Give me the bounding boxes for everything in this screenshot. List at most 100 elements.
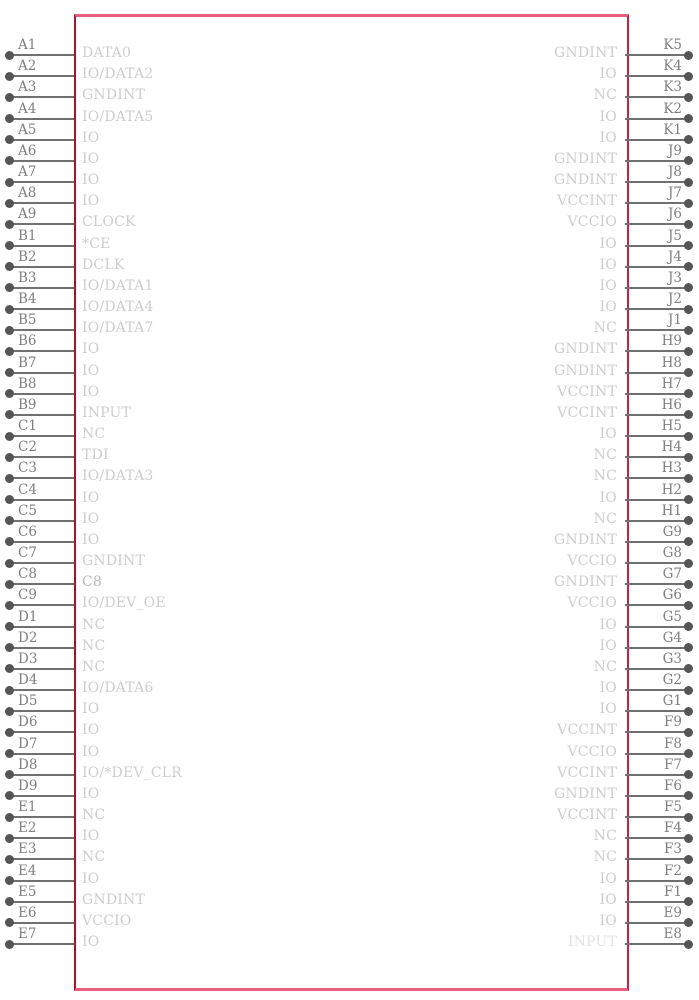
pin-number-e3: E3: [18, 841, 37, 858]
pin-terminal-dot[interactable]: [684, 791, 693, 801]
pin-line: [12, 562, 74, 565]
pin-terminal-dot[interactable]: [5, 622, 14, 632]
pin-terminal-dot[interactable]: [5, 92, 14, 102]
pin-terminal-dot[interactable]: [5, 241, 14, 251]
pin-terminal-dot[interactable]: [684, 706, 693, 716]
pin-terminal-dot[interactable]: [684, 71, 693, 81]
pin-terminal-dot[interactable]: [5, 71, 14, 81]
pin-terminal-dot[interactable]: [684, 812, 693, 822]
pin-name-h7: VCCINT: [557, 383, 617, 400]
pin-terminal-dot[interactable]: [5, 346, 14, 356]
pin-terminal-dot[interactable]: [684, 346, 693, 356]
pin-terminal-dot[interactable]: [5, 452, 14, 462]
pin-terminal-dot[interactable]: [5, 283, 14, 293]
pin-terminal-dot[interactable]: [5, 135, 14, 145]
pin-terminal-dot[interactable]: [5, 114, 14, 123]
pin-terminal-dot[interactable]: [5, 50, 14, 60]
pin-terminal-dot[interactable]: [684, 664, 693, 674]
pin-terminal-dot[interactable]: [684, 495, 693, 505]
pin-terminal-dot[interactable]: [684, 579, 693, 589]
pin-terminal-dot[interactable]: [5, 177, 14, 187]
pin-terminal-dot[interactable]: [5, 516, 14, 526]
pin-terminal-dot[interactable]: [5, 897, 14, 907]
pin-terminal-dot[interactable]: [684, 177, 693, 187]
pin-terminal-dot[interactable]: [5, 833, 14, 843]
pin-terminal-dot[interactable]: [5, 706, 14, 716]
pin-terminal-dot[interactable]: [684, 452, 693, 462]
pin-terminal-dot[interactable]: [5, 537, 14, 547]
pin-terminal-dot[interactable]: [5, 749, 14, 759]
pin-terminal-dot[interactable]: [5, 431, 14, 441]
pin-terminal-dot[interactable]: [5, 219, 14, 229]
pin-terminal-dot[interactable]: [5, 643, 14, 653]
pin-line: [12, 138, 74, 141]
pin-terminal-dot[interactable]: [684, 410, 693, 420]
pin-terminal-dot[interactable]: [684, 833, 693, 843]
pin-terminal-dot[interactable]: [5, 876, 14, 886]
pin-terminal-dot[interactable]: [5, 812, 14, 822]
pin-terminal-dot[interactable]: [684, 558, 693, 568]
pin-number-c4: C4: [18, 481, 37, 498]
pin-terminal-dot[interactable]: [684, 241, 693, 251]
pin-terminal-dot[interactable]: [684, 368, 693, 378]
pin-terminal-dot[interactable]: [684, 749, 693, 759]
pin-terminal-dot[interactable]: [684, 262, 693, 272]
pin-terminal-dot[interactable]: [5, 600, 14, 610]
pin-number-j8: J8: [667, 164, 682, 181]
pin-terminal-dot[interactable]: [5, 918, 14, 928]
pin-terminal-dot[interactable]: [684, 304, 693, 314]
pin-terminal-dot[interactable]: [5, 473, 14, 483]
pin-terminal-dot[interactable]: [5, 495, 14, 505]
pin-terminal-dot[interactable]: [684, 431, 693, 441]
pin-terminal-dot[interactable]: [5, 410, 14, 420]
pin-terminal-dot[interactable]: [684, 918, 693, 928]
pin-line: [625, 773, 687, 776]
pin-terminal-dot[interactable]: [684, 622, 693, 632]
pin-terminal-dot[interactable]: [5, 854, 14, 864]
pin-terminal-dot[interactable]: [684, 897, 693, 907]
pin-terminal-dot[interactable]: [5, 262, 14, 272]
pin-terminal-dot[interactable]: [684, 770, 693, 780]
pin-name-e3: NC: [82, 849, 106, 866]
pin-terminal-dot[interactable]: [684, 600, 693, 610]
pin-terminal-dot[interactable]: [684, 473, 693, 483]
pin-terminal-dot[interactable]: [5, 304, 14, 314]
pin-terminal-dot[interactable]: [684, 198, 693, 208]
pin-name-j3: IO: [599, 277, 617, 294]
pin-terminal-dot[interactable]: [684, 283, 693, 293]
pin-name-f2: IO: [599, 870, 617, 887]
pin-terminal-dot[interactable]: [684, 537, 693, 547]
pin-terminal-dot[interactable]: [5, 389, 14, 399]
pin-line: [12, 265, 74, 268]
pin-terminal-dot[interactable]: [5, 325, 14, 335]
pin-terminal-dot[interactable]: [684, 685, 693, 695]
pin-number-h3: H3: [661, 460, 682, 477]
pin-terminal-dot[interactable]: [684, 727, 693, 737]
pin-terminal-dot[interactable]: [684, 325, 693, 335]
pin-terminal-dot[interactable]: [5, 685, 14, 695]
pin-terminal-dot[interactable]: [5, 156, 14, 166]
pin-terminal-dot[interactable]: [5, 791, 14, 801]
pin-terminal-dot[interactable]: [5, 939, 14, 949]
pin-terminal-dot[interactable]: [684, 516, 693, 526]
pin-terminal-dot[interactable]: [5, 558, 14, 568]
pin-terminal-dot[interactable]: [684, 92, 693, 102]
pin-terminal-dot[interactable]: [684, 854, 693, 864]
pin-terminal-dot[interactable]: [684, 156, 693, 166]
pin-terminal-dot[interactable]: [684, 643, 693, 653]
pin-terminal-dot[interactable]: [5, 770, 14, 780]
pin-terminal-dot[interactable]: [5, 727, 14, 737]
pin-terminal-dot[interactable]: [684, 114, 693, 123]
pin-terminal-dot[interactable]: [684, 876, 693, 886]
pin-number-c7: C7: [18, 545, 37, 562]
pin-terminal-dot[interactable]: [5, 368, 14, 378]
pin-terminal-dot[interactable]: [5, 664, 14, 674]
pin-terminal-dot[interactable]: [684, 389, 693, 399]
pin-terminal-dot[interactable]: [684, 939, 693, 949]
pin-terminal-dot[interactable]: [5, 198, 14, 208]
pin-terminal-dot[interactable]: [684, 50, 693, 60]
pin-terminal-dot[interactable]: [5, 579, 14, 589]
pin-number-j9: J9: [667, 142, 682, 159]
pin-terminal-dot[interactable]: [684, 219, 693, 229]
pin-terminal-dot[interactable]: [684, 135, 693, 145]
